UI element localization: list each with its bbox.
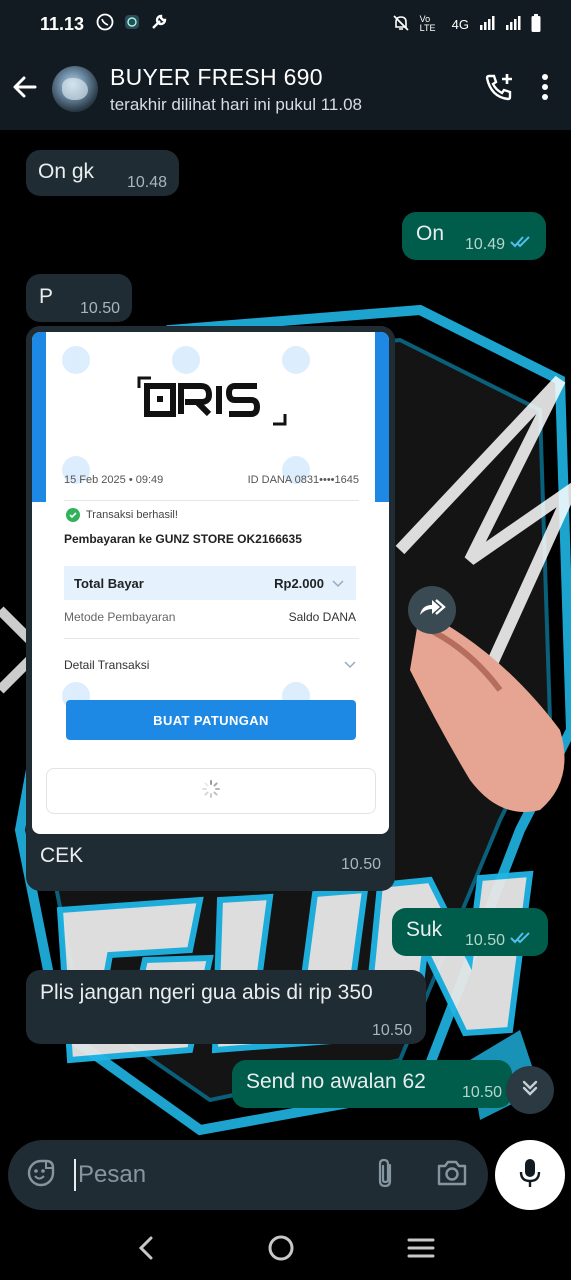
- attach-icon[interactable]: [374, 1157, 396, 1194]
- detail-label: Detail Transaksi: [64, 658, 150, 672]
- method-value: Saldo DANA: [288, 610, 356, 624]
- emoji-icon[interactable]: [26, 1158, 56, 1193]
- message-time: 10.50: [340, 856, 381, 873]
- check-circle-icon: [66, 508, 80, 522]
- message-text: P: [39, 285, 54, 308]
- message-time: 10.50: [371, 1022, 412, 1039]
- receipt-payee: Pembayaran ke GUNZ STORE OK2166635: [64, 532, 302, 546]
- receipt-detail-row: Detail Transaksi: [64, 658, 356, 672]
- read-ticks-icon: [510, 232, 534, 258]
- message-time: 10.49: [464, 236, 505, 253]
- contact-info[interactable]: BUYER FRESH 690 terakhir dilihat hari in…: [110, 64, 362, 115]
- receipt-method-row: Metode Pembayaran Saldo DANA: [64, 610, 356, 624]
- nav-home-icon[interactable]: [267, 1234, 295, 1267]
- message-bubble[interactable]: On gk 10.48: [26, 150, 179, 196]
- loading-panel: [46, 768, 376, 814]
- last-seen-text: terakhir dilihat hari ini pukul 11.08: [110, 94, 362, 114]
- chat-header: BUYER FRESH 690 terakhir dilihat hari in…: [0, 48, 571, 130]
- signal-2-icon: [505, 15, 521, 33]
- receipt-image[interactable]: 15 Feb 2025 • 09:49 ID DANA 0831••••1645…: [32, 332, 389, 834]
- mic-button[interactable]: [495, 1140, 565, 1210]
- buat-patungan-button: BUAT PATUNGAN: [66, 700, 356, 740]
- receipt-date: 15 Feb 2025 • 09:49: [64, 474, 164, 486]
- back-arrow-icon: [11, 73, 39, 106]
- message-text: Suk: [406, 918, 443, 941]
- receipt-id: ID DANA 0831••••1645: [247, 474, 359, 486]
- chevron-down-icon: [344, 658, 356, 672]
- camera-icon[interactable]: [436, 1159, 468, 1192]
- forward-button[interactable]: [408, 586, 456, 634]
- contact-name: BUYER FRESH 690: [110, 63, 323, 90]
- signal-icon: [479, 15, 495, 33]
- qris-logo: [137, 376, 287, 426]
- network-type: 4G: [451, 16, 469, 32]
- forward-icon: [418, 597, 446, 624]
- message-text: On gk: [38, 160, 95, 183]
- message-text: Send no awalan 62: [246, 1070, 426, 1093]
- mic-icon: [518, 1157, 542, 1194]
- message-time: 10.50: [79, 300, 120, 317]
- message-input[interactable]: Pesan: [74, 1159, 374, 1191]
- message-bubble[interactable]: Suk 10.50: [392, 908, 548, 956]
- image-message[interactable]: 15 Feb 2025 • 09:49 ID DANA 0831••••1645…: [26, 326, 395, 891]
- status-bar: 11.13 Vo LTE 4G: [0, 0, 571, 48]
- receipt-total-row: Total Bayar Rp2.000: [64, 566, 356, 600]
- app-notification-icon: [124, 14, 140, 35]
- loading-spinner-icon: [201, 779, 221, 804]
- receipt-status-text: Transaksi berhasil!: [86, 509, 178, 521]
- total-value: Rp2.000: [274, 575, 324, 591]
- back-button[interactable]: [0, 64, 50, 114]
- total-label: Total Bayar: [74, 575, 144, 591]
- message-time: 10.48: [126, 174, 167, 191]
- message-composer: Pesan: [8, 1140, 488, 1210]
- system-nav-bar: [0, 1220, 571, 1280]
- message-bubble[interactable]: Send no awalan 62 10.50: [232, 1060, 512, 1108]
- image-caption: CEK: [40, 844, 84, 867]
- whatsapp-icon: [96, 13, 114, 36]
- message-bubble[interactable]: Plis jangan ngeri gua abis di rip 350 10…: [26, 970, 426, 1044]
- volte-indicator: Vo LTE: [419, 14, 436, 33]
- scroll-down-icon: [520, 1078, 540, 1103]
- mute-icon: [392, 14, 410, 35]
- method-label: Metode Pembayaran: [64, 610, 176, 624]
- wrench-icon: [150, 13, 168, 36]
- battery-icon: [531, 13, 541, 35]
- status-time: 11.13: [40, 13, 85, 34]
- more-vert-icon[interactable]: [541, 73, 549, 106]
- scroll-down-button[interactable]: [506, 1066, 554, 1114]
- message-bubble[interactable]: On 10.49: [402, 212, 546, 260]
- add-call-icon[interactable]: [483, 71, 515, 108]
- nav-back-icon[interactable]: [136, 1235, 156, 1266]
- message-time: 10.50: [464, 932, 505, 949]
- message-text: Plis jangan ngeri gua abis di rip 350: [40, 981, 373, 1004]
- nav-recents-icon[interactable]: [407, 1236, 435, 1265]
- chevron-down-icon: [332, 576, 344, 591]
- read-ticks-icon: [510, 928, 534, 954]
- receipt-status: Transaksi berhasil!: [66, 508, 178, 522]
- message-bubble[interactable]: P 10.50: [26, 274, 132, 322]
- message-text: On: [416, 222, 445, 245]
- contact-avatar[interactable]: [52, 66, 98, 112]
- message-input-placeholder: Pesan: [78, 1161, 147, 1188]
- message-time: 10.50: [461, 1084, 502, 1101]
